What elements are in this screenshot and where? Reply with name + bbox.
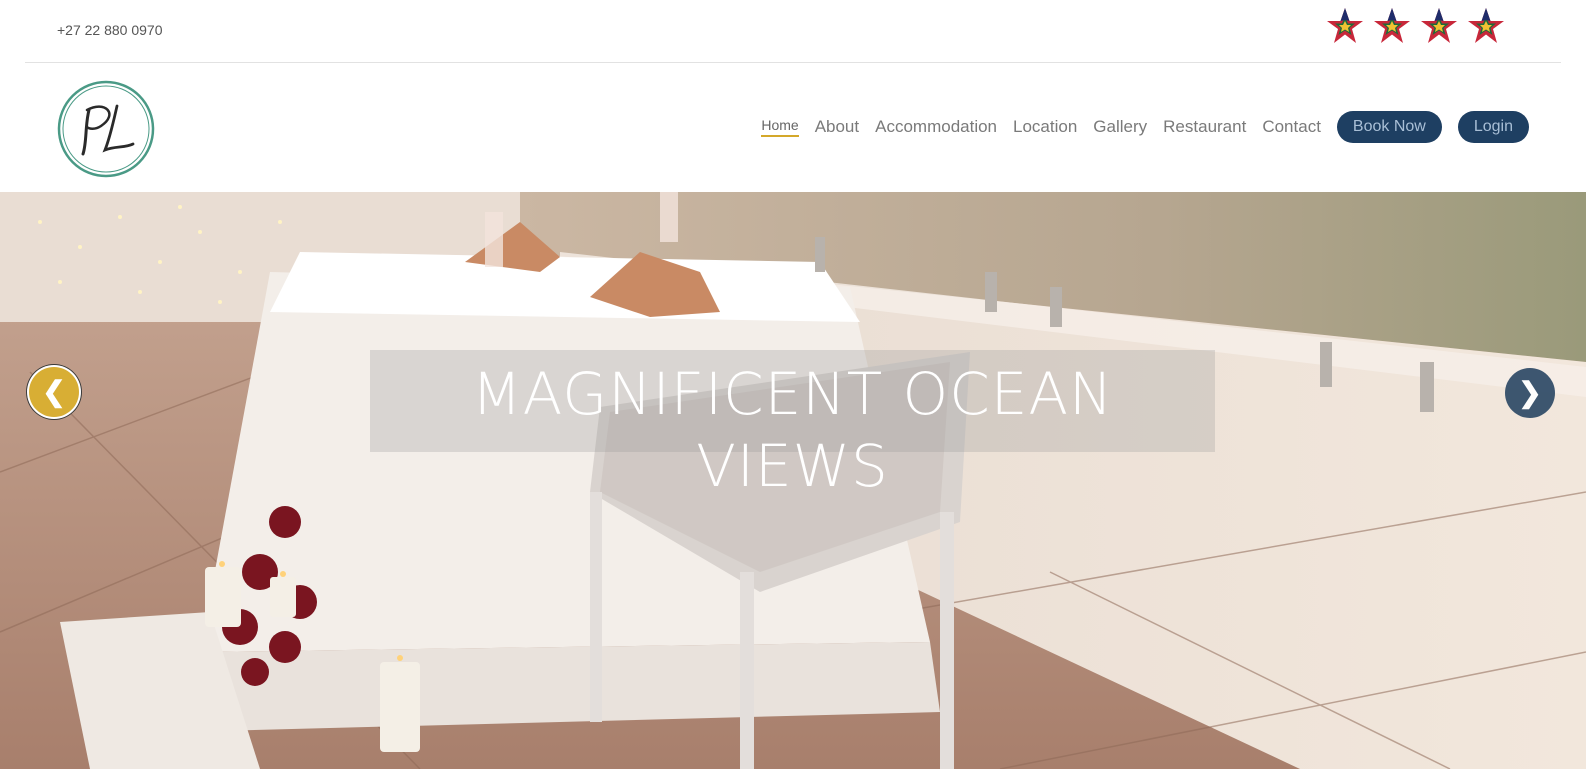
top-bar: +27 22 880 0970 — [0, 0, 1586, 62]
nav-gallery[interactable]: Gallery — [1093, 117, 1147, 137]
star-icon — [1374, 8, 1410, 43]
star-rating — [1325, 6, 1506, 46]
phone-number[interactable]: +27 22 880 0970 — [57, 22, 163, 38]
nav-about[interactable]: About — [815, 117, 859, 137]
star-icon — [1468, 8, 1504, 43]
main-header: Home About Accommodation Location Galler… — [0, 63, 1586, 192]
slider-next-button[interactable]: ❯ — [1505, 368, 1555, 418]
chevron-right-icon: ❯ — [1518, 377, 1542, 408]
hero-caption: MAGNIFICENT OCEAN VIEWS — [471, 360, 1114, 500]
chevron-left-icon: ❮ — [42, 376, 66, 407]
login-button[interactable]: Login — [1457, 111, 1529, 143]
nav-home[interactable]: Home — [761, 117, 799, 137]
book-now-button[interactable]: Book Now — [1336, 111, 1442, 143]
nav-location[interactable]: Location — [1013, 117, 1077, 137]
star-icon — [1421, 8, 1457, 43]
nav-restaurant[interactable]: Restaurant — [1163, 117, 1246, 137]
main-nav: Home About Accommodation Location Galler… — [761, 111, 1529, 143]
site-logo[interactable] — [57, 80, 155, 178]
slider-prev-button[interactable]: ❮ — [29, 367, 79, 417]
star-icon — [1327, 8, 1363, 43]
nav-accommodation[interactable]: Accommodation — [875, 117, 997, 137]
hero-slider: MAGNIFICENT OCEAN VIEWS ❮ ❯ — [0, 192, 1586, 769]
nav-contact[interactable]: Contact — [1262, 117, 1321, 137]
